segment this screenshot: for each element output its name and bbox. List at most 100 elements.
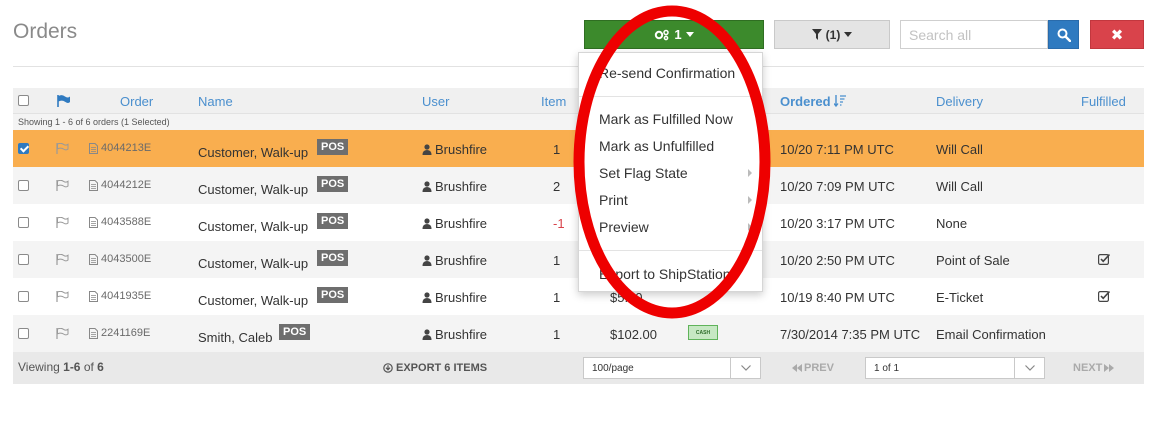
order-number-link[interactable]: 2241169E — [89, 327, 150, 339]
menu-item-preview[interactable]: Preview — [579, 215, 762, 239]
pos-badge: POS — [317, 176, 349, 192]
menu-item-set-flag-state[interactable]: Set Flag State — [579, 161, 762, 185]
viewing-range: 1-6 — [63, 360, 81, 374]
export-label: EXPORT 6 ITEMS — [396, 362, 488, 374]
row-checkbox[interactable] — [18, 180, 29, 191]
delivery-method: Will Call — [936, 179, 983, 194]
menu-item-resend-confirmation[interactable]: Re-send Confirmation — [579, 61, 762, 85]
items-count: 2 — [553, 179, 561, 194]
submenu-arrow-icon — [748, 196, 752, 204]
page-select-value: 1 of 1 — [874, 362, 900, 374]
table-footer: Viewing 1-6 of 6 EXPORT 6 ITEMS 100/page… — [13, 352, 1144, 384]
search-icon — [1057, 28, 1071, 42]
order-number-link[interactable]: 4043500E — [89, 253, 151, 265]
row-checkbox[interactable] — [18, 291, 29, 302]
user-name: Brushfire — [435, 179, 488, 194]
user-icon — [422, 181, 432, 192]
pos-badge: POS — [317, 287, 349, 303]
row-checkbox[interactable] — [18, 254, 29, 265]
order-number-link[interactable]: 4043588E — [89, 216, 151, 228]
document-icon — [89, 216, 98, 228]
flag-icon[interactable] — [57, 95, 71, 107]
delivery-method: None — [936, 216, 968, 231]
user-cell: Brushfire — [422, 216, 487, 231]
next-page-button[interactable]: NEXT — [1073, 362, 1115, 374]
menu-item-mark-fulfilled[interactable]: Mark as Fulfilled Now — [579, 107, 762, 131]
items-count: 1 — [553, 253, 561, 268]
print-label: Print — [599, 192, 628, 208]
filter-button[interactable]: (1) — [774, 20, 890, 49]
check-square-icon — [1098, 290, 1110, 302]
ordered-date: 10/20 7:09 PM UTC — [780, 179, 895, 194]
user-icon — [422, 218, 432, 229]
user-cell: Brushfire — [422, 142, 487, 157]
viewing-prefix: Viewing — [18, 360, 64, 374]
menu-item-export-shipstation[interactable]: Export to ShipStation — [579, 262, 762, 286]
close-icon: ✖ — [1110, 26, 1124, 44]
page-select[interactable]: 1 of 1 — [865, 357, 1045, 379]
caret-down-icon — [685, 31, 694, 37]
flag-outline-icon[interactable] — [56, 291, 69, 302]
row-checkbox[interactable] — [18, 217, 29, 228]
items-count: -1 — [553, 216, 565, 231]
table-row[interactable]: 2241169E Smith, Caleb POS Brushfire 1 $102.00… — [13, 315, 1144, 352]
order-number: 2241169E — [101, 327, 151, 339]
order-number-link[interactable]: 4044212E — [89, 179, 151, 191]
submenu-arrow-icon — [748, 169, 752, 177]
cash-payment-icon: CASH — [688, 325, 718, 340]
export-button[interactable]: EXPORT 6 ITEMS — [383, 362, 487, 374]
next-label: NEXT — [1073, 362, 1103, 374]
flag-outline-icon[interactable] — [56, 254, 69, 265]
user-cell: Brushfire — [422, 290, 487, 305]
document-icon — [89, 142, 98, 154]
menu-item-print[interactable]: Print — [579, 188, 762, 212]
customer-name: Customer, Walk-up — [198, 256, 309, 271]
sort-descending-icon[interactable] — [834, 95, 846, 107]
user-name: Brushfire — [435, 290, 488, 305]
user-cell: Brushfire — [422, 253, 487, 268]
pos-badge: POS — [279, 324, 311, 340]
flag-outline-icon[interactable] — [56, 180, 69, 191]
double-chevron-right-icon — [1104, 364, 1115, 372]
column-header-name[interactable]: Name — [198, 94, 233, 109]
column-header-ordered[interactable]: Ordered — [780, 94, 831, 109]
customer-name: Smith, Caleb — [198, 330, 273, 345]
order-number: 4043588E — [101, 216, 152, 228]
search-button[interactable] — [1048, 20, 1079, 49]
delivery-method: Email Confirmation — [936, 327, 1046, 342]
flag-outline-icon[interactable] — [56, 328, 69, 339]
row-checkbox[interactable] — [18, 328, 29, 339]
bulk-actions-button[interactable]: 1 — [584, 20, 764, 49]
flag-outline-icon[interactable] — [56, 217, 69, 228]
user-icon — [422, 255, 432, 266]
preview-label: Preview — [599, 219, 649, 235]
delivery-method: Point of Sale — [936, 253, 1010, 268]
user-cell: Brushfire — [422, 179, 487, 194]
column-header-items[interactable]: Item — [541, 94, 566, 109]
page-title: Orders — [13, 20, 78, 43]
order-number-link[interactable]: 4044213E — [89, 142, 151, 154]
customer-name: Customer, Walk-up — [198, 293, 309, 308]
viewing-total: 6 — [97, 360, 104, 374]
column-header-fulfilled[interactable]: Fulfilled — [1081, 94, 1126, 109]
delivery-method: E-Ticket — [936, 290, 984, 305]
column-header-user[interactable]: User — [422, 94, 449, 109]
clear-search-button[interactable]: ✖ — [1090, 20, 1144, 49]
double-chevron-left-icon — [792, 364, 802, 372]
flag-outline-icon[interactable] — [56, 143, 69, 154]
column-header-delivery[interactable]: Delivery — [936, 94, 983, 109]
menu-item-mark-unfulfilled[interactable]: Mark as Unfulfilled — [579, 134, 762, 158]
row-checkbox[interactable] — [18, 143, 29, 154]
select-all-checkbox[interactable] — [18, 95, 29, 106]
order-number-link[interactable]: 4041935E — [89, 290, 151, 302]
user-icon — [422, 144, 432, 155]
chevron-down-icon — [1014, 358, 1044, 378]
prev-page-button[interactable]: PREV — [792, 362, 834, 374]
per-page-value: 100/page — [592, 362, 634, 374]
user-name: Brushfire — [435, 216, 488, 231]
per-page-select[interactable]: 100/page — [583, 357, 761, 379]
search-input[interactable] — [900, 20, 1048, 49]
ordered-date: 10/19 8:40 PM UTC — [780, 290, 895, 305]
column-header-order[interactable]: Order — [120, 94, 153, 109]
viewing-summary: Viewing 1-6 of 6 — [18, 360, 104, 374]
